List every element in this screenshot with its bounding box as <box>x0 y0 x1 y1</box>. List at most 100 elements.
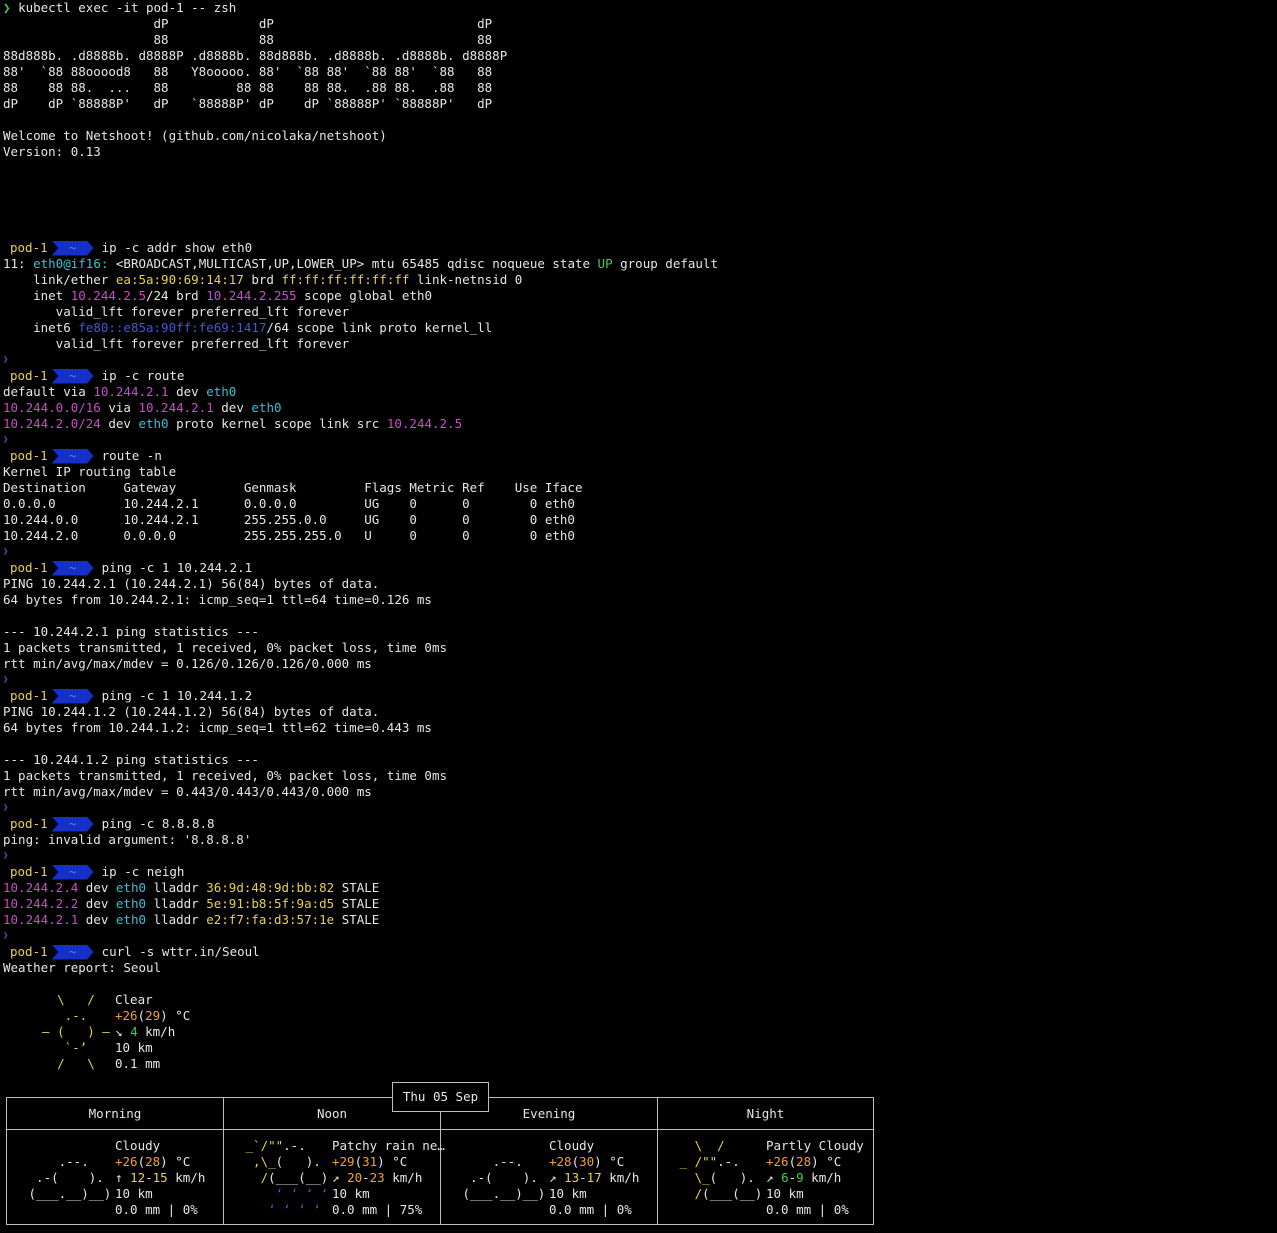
text-span: .-( ). <box>455 1170 553 1185</box>
forecast-conditions: Cloudy +28(30) °C ↗ 13-17 km/h 10 km 0.0 mm … <box>549 1138 639 1218</box>
text-span: --- 10.244.2.1 ping statistics --- <box>3 624 259 639</box>
shell-prompt: pod-1 ~ ip -c addr show eth0 <box>3 240 1277 256</box>
condition-line: +26(28) °C <box>766 1154 864 1170</box>
output-line: ping: invalid argument: '8.8.8.8' <box>3 832 1277 848</box>
output-line: 10.244.2.1 dev eth0 lladdr e2:f7:fa:d3:5… <box>3 912 1277 928</box>
text-span: 88 88 88 <box>3 32 493 47</box>
forecast-conditions: Cloudy +26(28) °C ↑ 12-15 km/h 10 km 0.0 mm … <box>115 1138 205 1218</box>
text-span: 10.244.0.0 10.244.2.1 255.255.0.0 UG 0 0… <box>3 512 575 527</box>
text-span: ‘ ‘ ‘ ‘ <box>238 1202 336 1217</box>
text-span: eth0 <box>206 384 237 399</box>
condition-line: 0.0 mm | 75% <box>332 1202 445 1218</box>
text-span: 10.244.2.5 <box>386 416 463 431</box>
forecast-noon: Noon _`/"".-. ,\_( ). /(___(__) ‘ ‘ ‘ ‘ … <box>224 1098 445 1224</box>
text-span: \ / <box>27 992 125 1007</box>
text-span: dev <box>78 880 116 895</box>
icon-line: / \ <box>27 1056 125 1072</box>
output-line: 10.244.2.4 dev eth0 lladdr 36:9d:48:9d:b… <box>3 880 1277 896</box>
text-span: dP dP dP <box>3 16 493 31</box>
output-line: 64 bytes from 10.244.2.1: icmp_seq=1 ttl… <box>3 592 1277 608</box>
output-line: inet6 fe80::e85a:90ff:fe69:1417/64 scope… <box>3 320 1277 336</box>
output-line: 1 packets transmitted, 1 received, 0% pa… <box>3 640 1277 656</box>
text-span: 88d888b. .d8888b. d8888P .d8888b. 88d888… <box>3 48 508 63</box>
condition-line: Cloudy <box>115 1138 205 1154</box>
output-line: 0.0.0.0 10.244.2.1 0.0.0.0 UG 0 0 0 eth0 <box>3 496 1277 512</box>
text-span: / \ <box>27 1056 125 1071</box>
text-span <box>455 1138 553 1153</box>
text-span: group default <box>612 256 718 271</box>
text-span: dev <box>100 416 139 431</box>
prompt-pod-name: pod-1 <box>10 448 48 463</box>
text-span: valid_lft forever preferred_lft forever <box>3 304 350 319</box>
text-span: km/h <box>803 1170 842 1185</box>
sun-icon: \ / .-. ― ( ) ― `-’ / \ <box>27 992 125 1072</box>
text-span: 17 <box>586 1170 602 1185</box>
command-history: pod-1 ~ ip -c addr show eth0 11: eth0@if16:… <box>3 240 1277 944</box>
icon-line: \ / <box>672 1138 770 1154</box>
text-span: 4 <box>130 1024 138 1039</box>
text-span: ) °C <box>594 1154 625 1169</box>
text-span: 0.0 mm | 0% <box>115 1202 198 1217</box>
output-line: rtt min/avg/max/mdev = 0.443/0.443/0.443… <box>3 784 1277 800</box>
text-span: dev <box>213 400 252 415</box>
text-span: 0.0 mm | 75% <box>332 1202 423 1217</box>
condition-line: 10 km <box>115 1040 190 1056</box>
forecast-morning: Morning .--. .-( ). (___.__)__) Cloudy +2… <box>7 1098 224 1224</box>
shell-prompt: pod-1 ~ ip -c neigh <box>3 864 1277 880</box>
condition-line: Patchy rain ne… <box>332 1138 445 1154</box>
text-span: 10.244.2.1 <box>138 400 214 415</box>
current-conditions: Clear +26(29) °C ↘ 4 km/h 10 km 0.1 mm <box>115 992 190 1072</box>
text-span: _ /"" <box>672 1154 718 1169</box>
text-span: - <box>788 1170 797 1185</box>
output-line: 10.244.0.0/16 via 10.244.2.1 dev eth0 <box>3 400 1277 416</box>
icon-line <box>21 1138 119 1154</box>
text-span: scope global eth0 <box>296 288 432 303</box>
text-span: 28 <box>796 1154 812 1169</box>
banner-line: dP dP dP <box>3 16 1277 32</box>
text-span: 10.244.2.4 <box>3 880 79 895</box>
text-span: ↗ <box>549 1170 565 1185</box>
prompt-dir-badge: ~ <box>51 448 94 464</box>
icon-line: \ / <box>27 992 125 1008</box>
text-span: ) °C <box>377 1154 408 1169</box>
prompt-marker-icon: ❯ <box>3 931 9 941</box>
text-span: fe80::e85a:90ff:fe69:1417 <box>78 320 267 335</box>
text-span: dev <box>78 912 116 927</box>
condition-line: 10 km <box>549 1186 639 1202</box>
prompt-command: ping -c 1 10.244.1.2 <box>101 688 253 703</box>
text-span: .--. <box>21 1154 119 1169</box>
text-span: 0.0 mm | 0% <box>549 1202 632 1217</box>
shell-prompt: pod-1 ~ route -n <box>3 448 1277 464</box>
cloud-icon: .--. .-( ). (___.__)__) <box>21 1138 119 1218</box>
text-span: PING 10.244.1.2 (10.244.1.2) 56(84) byte… <box>3 704 380 719</box>
text-span: eth0@if16: <box>33 256 116 271</box>
shell-prompt: pod-1 ~ ping -c 1 10.244.2.1 <box>3 560 1277 576</box>
weather-title: Weather report: Seoul <box>3 960 1277 976</box>
forecast-conditions: Patchy rain ne… +29(31) °C ↗ 20-23 km/h 10 … <box>332 1138 445 1218</box>
text-span: proto kernel scope link src <box>168 416 387 431</box>
text-span: (___(__) <box>702 1186 770 1201</box>
exec-command-line: ❯ kubectl exec -it pod-1 -- zsh <box>3 0 1277 16</box>
text-span: .-. <box>283 1138 336 1153</box>
prompt-dir-badge: ~ <box>51 944 94 960</box>
prompt-marker-icon: ❯ <box>3 355 9 365</box>
text-span <box>672 1202 770 1217</box>
terminal-window[interactable]: ❯ kubectl exec -it pod-1 -- zsh dP dP dP… <box>0 0 1277 1233</box>
output-line: link/ether ea:5a:90:69:14:17 brd ff:ff:f… <box>3 272 1277 288</box>
text-span: km/h <box>601 1170 640 1185</box>
prompt-dir-badge: ~ <box>51 560 94 576</box>
text-span: 10 km <box>766 1186 804 1201</box>
prompt-dir-badge: ~ <box>51 368 94 384</box>
text-span: STALE <box>334 880 380 895</box>
icon-line: /(___(__) <box>238 1170 336 1186</box>
text-span: +29 <box>332 1154 355 1169</box>
text-span: ( ). <box>275 1154 336 1169</box>
icon-line: \_( ). <box>672 1170 770 1186</box>
text-span: Destination Gateway Genmask Flags Metric… <box>3 480 583 495</box>
text-span: Clear <box>115 992 153 1007</box>
prompt-dir-badge: ~ <box>51 240 94 256</box>
forecast-evening: Evening .--. .-( ). (___.__)__) Cloudy +2… <box>441 1098 658 1224</box>
text-span: dev <box>78 896 116 911</box>
text-span: 5e:91:b8:5f:9a:d5 <box>206 896 335 911</box>
text-span: --- 10.244.1.2 ping statistics --- <box>3 752 259 767</box>
